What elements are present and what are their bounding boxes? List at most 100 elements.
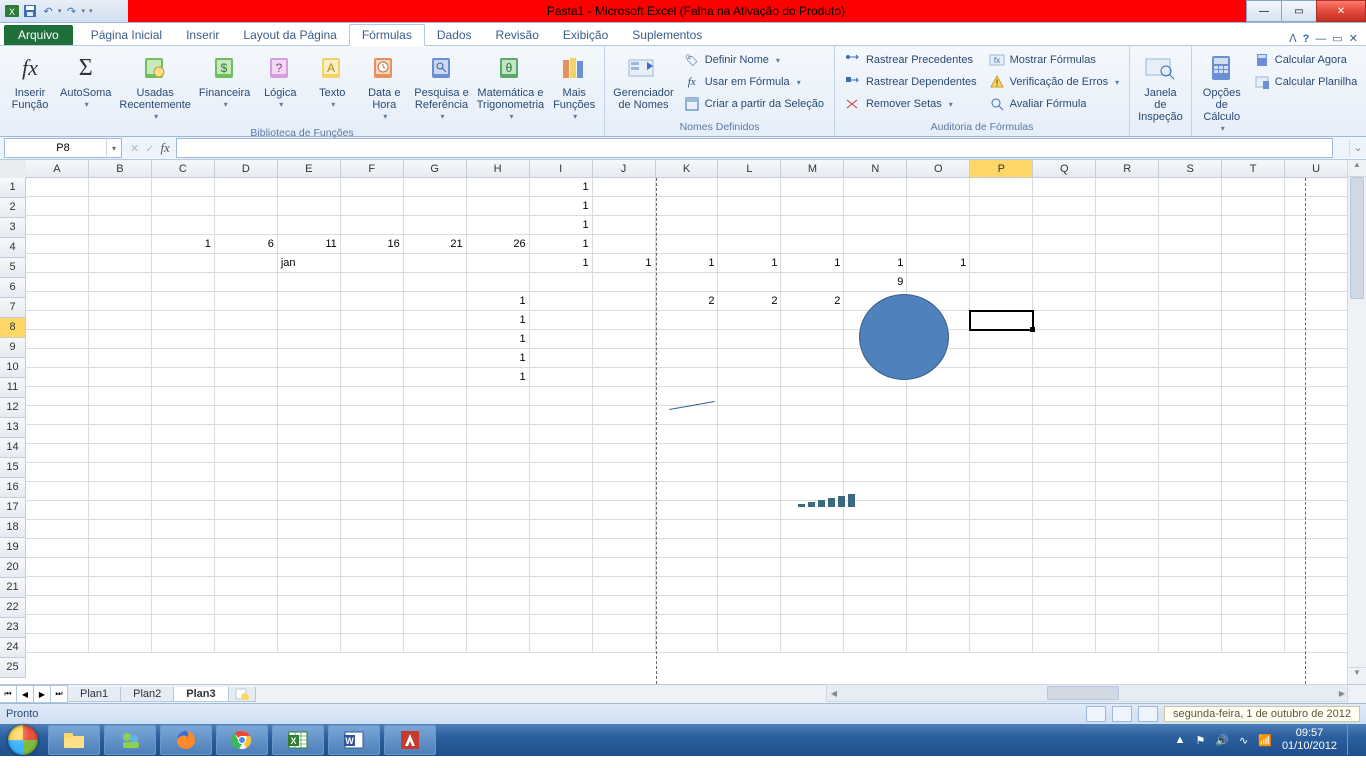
cell-A10[interactable] <box>26 349 89 368</box>
autosum-button[interactable]: Σ AutoSoma▾ <box>56 48 115 113</box>
cell-Q13[interactable] <box>1033 406 1096 425</box>
col-header-M[interactable]: M <box>781 160 844 178</box>
row-header-10[interactable]: 10 <box>0 358 26 378</box>
cell-N25[interactable] <box>844 634 907 653</box>
cell-G22[interactable] <box>404 577 467 596</box>
cell-Q10[interactable] <box>1033 349 1096 368</box>
cell-O12[interactable] <box>907 387 970 406</box>
cell-I7[interactable] <box>530 292 593 311</box>
cell-Q17[interactable] <box>1033 482 1096 501</box>
cell-U18[interactable] <box>1285 501 1348 520</box>
cell-Q22[interactable] <box>1033 577 1096 596</box>
cell-E5[interactable]: jan <box>278 254 341 273</box>
cell-I13[interactable] <box>530 406 593 425</box>
tray-up-icon[interactable]: ▲ <box>1175 734 1186 746</box>
cell-O19[interactable] <box>907 520 970 539</box>
cell-E12[interactable] <box>278 387 341 406</box>
calc-now-button[interactable]: Calcular Agora <box>1250 50 1362 70</box>
app-restore-icon[interactable]: ▭ <box>1332 32 1342 45</box>
cell-R16[interactable] <box>1096 463 1159 482</box>
cell-G20[interactable] <box>404 539 467 558</box>
cell-H10[interactable]: 1 <box>467 349 530 368</box>
cell-U9[interactable] <box>1285 330 1348 349</box>
sheet-tab-plan3[interactable]: Plan3 <box>173 687 228 702</box>
cell-J15[interactable] <box>593 444 656 463</box>
cell-Q9[interactable] <box>1033 330 1096 349</box>
cell-O15[interactable] <box>907 444 970 463</box>
cell-G7[interactable] <box>404 292 467 311</box>
cell-K18[interactable] <box>656 501 719 520</box>
cell-T6[interactable] <box>1222 273 1285 292</box>
cell-D21[interactable] <box>215 558 278 577</box>
cell-O17[interactable] <box>907 482 970 501</box>
cell-R19[interactable] <box>1096 520 1159 539</box>
cell-T16[interactable] <box>1222 463 1285 482</box>
sheet-nav-next[interactable]: ▶ <box>33 685 51 703</box>
cell-Q24[interactable] <box>1033 615 1096 634</box>
cell-C5[interactable] <box>152 254 215 273</box>
cell-G11[interactable] <box>404 368 467 387</box>
cell-P5[interactable] <box>970 254 1033 273</box>
fx-icon[interactable]: fx <box>160 140 169 156</box>
tray-volume-icon[interactable]: 🔊 <box>1215 734 1229 747</box>
row-header-20[interactable]: 20 <box>0 558 26 578</box>
col-header-O[interactable]: O <box>907 160 970 178</box>
cell-N1[interactable] <box>844 178 907 197</box>
cell-A13[interactable] <box>26 406 89 425</box>
cell-J23[interactable] <box>593 596 656 615</box>
cell-K17[interactable] <box>656 482 719 501</box>
cell-L10[interactable] <box>718 349 781 368</box>
cell-E6[interactable] <box>278 273 341 292</box>
cell-G1[interactable] <box>404 178 467 197</box>
cell-J11[interactable] <box>593 368 656 387</box>
calc-options-button[interactable]: Opções de Cálculo▾ <box>1196 48 1248 137</box>
cell-G21[interactable] <box>404 558 467 577</box>
cell-C11[interactable] <box>152 368 215 387</box>
cell-L18[interactable] <box>718 501 781 520</box>
cell-M21[interactable] <box>781 558 844 577</box>
cell-E13[interactable] <box>278 406 341 425</box>
cell-T8[interactable] <box>1222 311 1285 330</box>
col-header-P[interactable]: P <box>970 160 1033 178</box>
cell-U19[interactable] <box>1285 520 1348 539</box>
cell-B25[interactable] <box>89 634 152 653</box>
cell-R21[interactable] <box>1096 558 1159 577</box>
cell-B13[interactable] <box>89 406 152 425</box>
cell-D23[interactable] <box>215 596 278 615</box>
row-header-6[interactable]: 6 <box>0 278 26 298</box>
col-header-D[interactable]: D <box>215 160 278 178</box>
cell-H23[interactable] <box>467 596 530 615</box>
cell-F11[interactable] <box>341 368 404 387</box>
cell-U22[interactable] <box>1285 577 1348 596</box>
row-header-13[interactable]: 13 <box>0 418 26 438</box>
cell-P23[interactable] <box>970 596 1033 615</box>
cell-P8[interactable] <box>970 311 1033 330</box>
cell-U4[interactable] <box>1285 235 1348 254</box>
cell-K1[interactable] <box>656 178 719 197</box>
cell-D14[interactable] <box>215 425 278 444</box>
help-icon[interactable]: ? <box>1303 33 1310 45</box>
cell-K9[interactable] <box>656 330 719 349</box>
cell-O21[interactable] <box>907 558 970 577</box>
cell-K20[interactable] <box>656 539 719 558</box>
cell-A11[interactable] <box>26 368 89 387</box>
cell-H17[interactable] <box>467 482 530 501</box>
horizontal-scrollbar[interactable]: ◀ ▶ <box>826 684 1348 702</box>
cell-B11[interactable] <box>89 368 152 387</box>
cell-S16[interactable] <box>1159 463 1222 482</box>
start-button[interactable] <box>0 724 46 756</box>
row-header-22[interactable]: 22 <box>0 598 26 618</box>
cell-T17[interactable] <box>1222 482 1285 501</box>
cell-B16[interactable] <box>89 463 152 482</box>
cell-U16[interactable] <box>1285 463 1348 482</box>
cell-N3[interactable] <box>844 216 907 235</box>
cell-Q6[interactable] <box>1033 273 1096 292</box>
cell-I2[interactable]: 1 <box>530 197 593 216</box>
taskbar-firefox[interactable] <box>160 725 212 755</box>
cell-S23[interactable] <box>1159 596 1222 615</box>
cell-L22[interactable] <box>718 577 781 596</box>
maximize-button[interactable]: ▭ <box>1281 0 1317 22</box>
tab-home[interactable]: Página Inicial <box>79 25 174 45</box>
cell-C1[interactable] <box>152 178 215 197</box>
cell-H9[interactable]: 1 <box>467 330 530 349</box>
